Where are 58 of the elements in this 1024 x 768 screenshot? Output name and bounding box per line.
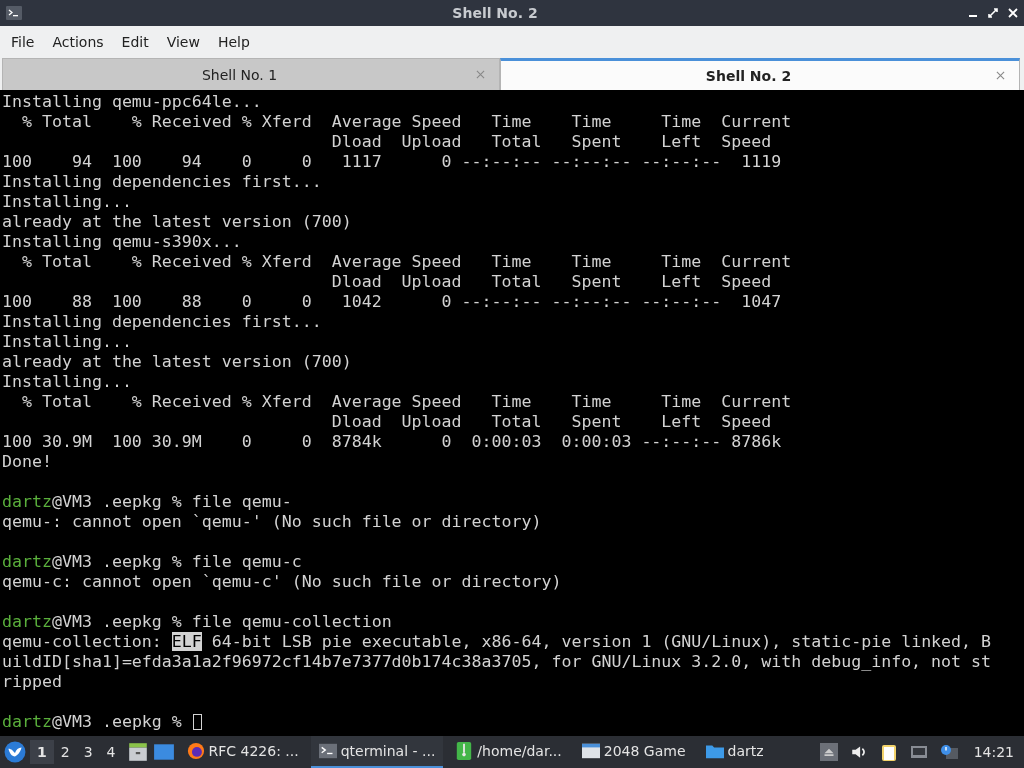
terminal-line: Installing qemu-s390x... — [2, 232, 242, 252]
terminal-line: ripped — [2, 672, 62, 692]
tab[interactable]: Shell No. 1 — [2, 58, 500, 90]
terminal-line: Done! — [2, 452, 52, 472]
clock: 14:21 — [973, 744, 1014, 760]
tab-label[interactable]: Shell No. 1 — [3, 66, 476, 83]
prompt-line: dartz@VM3 .eepkg % file qemu-collection — [2, 612, 392, 632]
terminal-icon — [6, 6, 22, 20]
terminal-line: Installing dependencies first... — [2, 312, 322, 332]
workspace-button[interactable]: 1 — [30, 740, 54, 764]
menu-item[interactable]: Actions — [43, 34, 113, 50]
archive-icon — [455, 742, 474, 760]
window-title: Shell No. 2 — [451, 5, 539, 21]
prompt-line: dartz@VM3 .eepkg % — [2, 712, 183, 732]
terminal-line: Dload Upload Total Spent Left Speed — [330, 272, 772, 292]
terminal-line: Installing dependencies first... — [2, 172, 322, 192]
workspace-button[interactable]: 2 — [53, 740, 77, 764]
terminal-line: uildID[sha1]=efda3a1a2f96972cf14b7e7377d0b174c38a3705, for GNU/Linux 3.2.0, with debug_info, not st — [2, 652, 992, 672]
menu-item[interactable]: View — [157, 34, 209, 50]
taskbar-button[interactable]: dartz — [697, 736, 772, 768]
terminal-line: % Total % Received % Xferd Average Speed Time Time Time Current — [20, 392, 792, 412]
terminal-line: % Total % Received % Xferd Average Speed Time Time Time Current — [20, 112, 792, 132]
menu-item[interactable]: Edit — [112, 34, 158, 50]
terminal-line: Dload Upload Total Spent Left Speed — [330, 132, 772, 152]
terminal-line: Installing... — [2, 332, 132, 352]
workspace-button[interactable]: 3 — [76, 740, 100, 764]
prompt-line: dartz@VM3 .eepkg % file qemu- — [2, 492, 292, 512]
terminal-line: already at the latest version (700) — [2, 352, 352, 372]
window-icon[interactable] — [152, 741, 175, 763]
tab[interactable]: Shell No. 2 — [500, 58, 1020, 90]
terminal-line: Dload Upload Total Spent Left Speed — [330, 412, 772, 432]
terminal-line: already at the latest version (700) — [2, 212, 352, 232]
prompt-line: dartz@VM3 .eepkg % file qemu-c — [2, 552, 302, 572]
menu-item[interactable]: File — [2, 34, 44, 50]
taskbar-button[interactable]: 2048 Game — [573, 736, 694, 768]
terminal-line: % Total % Received % Xferd Average Speed Time Time Time Current — [20, 252, 792, 272]
menu-item[interactable]: Help — [208, 34, 259, 50]
tab-label[interactable]: Shell No. 2 — [501, 67, 996, 84]
workspace-button[interactable]: 4 — [99, 740, 123, 764]
window-icon — [581, 742, 600, 760]
terminal-line: Installing... — [2, 192, 132, 212]
terminal-icon — [318, 742, 337, 760]
terminal-line: 100 30.9M 100 30.9M 0 0 8784k 0 0:00:03 0:00:03 --:--:-- 8786k — [2, 432, 782, 452]
taskbar-button[interactable]: RFC 4226: ... — [178, 736, 307, 768]
clipboard-icon[interactable] — [879, 743, 898, 761]
terminal-line: Installing qemu-ppc64le... — [2, 92, 262, 112]
terminal-line: qemu-collection: ELF 64-bit LSB pie executable, x86-64, version 1 (GNU/Linux), static-pie linked, B — [2, 632, 992, 652]
terminal-line: Installing... — [2, 372, 132, 392]
maximize-icon[interactable] — [988, 8, 998, 18]
notification-icon[interactable] — [939, 743, 958, 761]
eject-icon[interactable] — [819, 743, 838, 761]
taskbar-button[interactable]: /home/dar... — [447, 736, 570, 768]
file-cabinet-icon[interactable] — [126, 741, 149, 763]
terminal-line: qemu-c: cannot open `qemu-c' (No such file or directory) — [2, 572, 562, 592]
terminal-line: qemu-: cannot open `qemu-' (No such file or directory) — [2, 512, 542, 532]
terminal-line: 100 88 100 88 0 0 1042 0 --:--:-- --:--:-- --:--:-- 1047 — [2, 292, 782, 312]
terminal-line: 100 94 100 94 0 0 1117 0 --:--:-- --:--:-- --:--:-- 1119 — [2, 152, 782, 172]
taskbar-button[interactable]: qterminal - ... — [310, 736, 444, 768]
